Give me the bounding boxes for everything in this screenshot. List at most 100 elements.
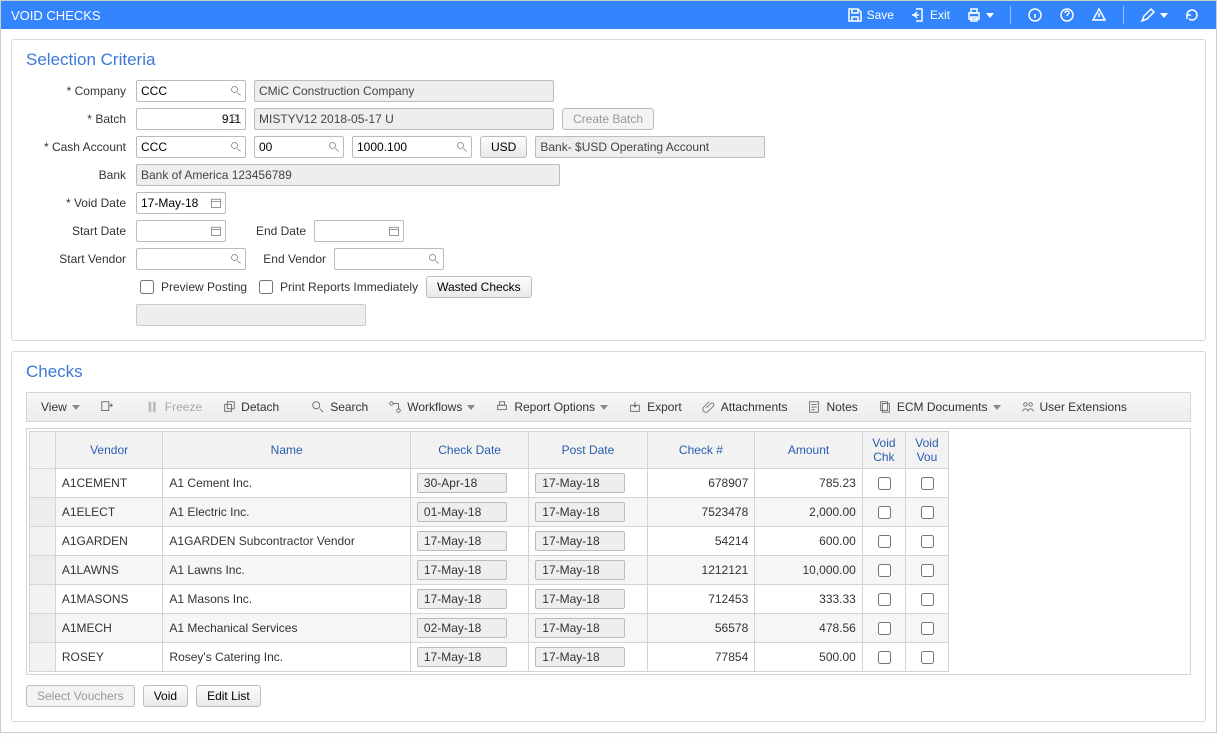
cell-check-no: 56578 (647, 614, 755, 643)
col-amount[interactable]: Amount (755, 432, 863, 469)
void-vou-checkbox[interactable] (921, 477, 934, 490)
cash-acct-comp-input[interactable] (136, 136, 246, 158)
void-vou-checkbox[interactable] (921, 506, 934, 519)
table-row[interactable]: A1LAWNSA1 Lawns Inc.17-May-1817-May-1812… (30, 556, 949, 585)
print-icon (495, 400, 509, 414)
edit-menu[interactable] (1134, 5, 1174, 25)
freeze-button[interactable]: Freeze (138, 398, 210, 416)
end-date-input[interactable] (314, 220, 404, 242)
cell-void-vou[interactable] (905, 498, 948, 527)
col-void-vou[interactable]: Void Vou (905, 432, 948, 469)
start-vendor-input[interactable] (136, 248, 246, 270)
exit-button[interactable]: Exit (904, 5, 956, 25)
cell-void-vou[interactable] (905, 469, 948, 498)
cell-void-chk[interactable] (862, 469, 905, 498)
batch-input[interactable] (136, 108, 246, 130)
attachments-button[interactable]: Attachments (694, 398, 796, 416)
col-select[interactable] (30, 432, 56, 469)
void-vou-checkbox[interactable] (921, 651, 934, 664)
cell-void-chk[interactable] (862, 498, 905, 527)
void-vou-checkbox[interactable] (921, 564, 934, 577)
cell-void-chk[interactable] (862, 643, 905, 672)
help-button[interactable] (1053, 5, 1081, 25)
export-button[interactable]: Export (620, 398, 690, 416)
col-check-no[interactable]: Check # (647, 432, 755, 469)
cell-void-vou[interactable] (905, 643, 948, 672)
cell-check-no: 678907 (647, 469, 755, 498)
row-selector[interactable] (30, 527, 56, 556)
row-selector[interactable] (30, 498, 56, 527)
report-options-menu[interactable]: Report Options (487, 398, 616, 416)
ecm-documents-menu[interactable]: ECM Documents (870, 398, 1009, 416)
save-button[interactable]: Save (841, 5, 900, 25)
cell-amount: 600.00 (755, 527, 863, 556)
export-grid-button[interactable] (92, 398, 122, 416)
cash-acct-gl-input[interactable] (352, 136, 472, 158)
notes-button[interactable]: Notes (799, 398, 865, 416)
void-chk-checkbox[interactable] (878, 535, 891, 548)
void-chk-checkbox[interactable] (878, 477, 891, 490)
col-post-date[interactable]: Post Date (529, 432, 647, 469)
void-vou-checkbox[interactable] (921, 622, 934, 635)
start-date-input[interactable] (136, 220, 226, 242)
void-vou-checkbox[interactable] (921, 535, 934, 548)
cell-vendor: A1LAWNS (55, 556, 163, 585)
user-extensions-button[interactable]: User Extensions (1013, 398, 1135, 416)
cell-void-vou[interactable] (905, 527, 948, 556)
preview-posting-checkbox[interactable]: Preview Posting (136, 277, 247, 297)
row-selector[interactable] (30, 556, 56, 585)
view-menu[interactable]: View (33, 398, 88, 416)
info-button[interactable] (1021, 5, 1049, 25)
select-vouchers-button[interactable]: Select Vouchers (26, 685, 135, 707)
row-selector[interactable] (30, 614, 56, 643)
export-icon (628, 400, 642, 414)
col-name[interactable]: Name (163, 432, 411, 469)
cell-post-date: 17-May-18 (529, 643, 647, 672)
cell-void-vou[interactable] (905, 585, 948, 614)
table-row[interactable]: ROSEYRosey's Catering Inc.17-May-1817-Ma… (30, 643, 949, 672)
row-selector[interactable] (30, 643, 56, 672)
table-row[interactable]: A1MECHA1 Mechanical Services02-May-1817-… (30, 614, 949, 643)
col-vendor[interactable]: Vendor (55, 432, 163, 469)
notes-icon (807, 400, 821, 414)
col-check-date[interactable]: Check Date (410, 432, 528, 469)
company-code-input[interactable] (136, 80, 246, 102)
cell-void-chk[interactable] (862, 556, 905, 585)
void-chk-checkbox[interactable] (878, 506, 891, 519)
end-vendor-input[interactable] (334, 248, 444, 270)
void-button[interactable]: Void (143, 685, 188, 707)
cash-acct-dept-input[interactable] (254, 136, 344, 158)
void-chk-checkbox[interactable] (878, 622, 891, 635)
table-row[interactable]: A1MASONSA1 Masons Inc.17-May-1817-May-18… (30, 585, 949, 614)
create-batch-button[interactable]: Create Batch (562, 108, 654, 130)
void-chk-checkbox[interactable] (878, 593, 891, 606)
cell-void-vou[interactable] (905, 556, 948, 585)
cell-check-date: 17-May-18 (410, 585, 528, 614)
void-chk-checkbox[interactable] (878, 564, 891, 577)
wasted-checks-button[interactable]: Wasted Checks (426, 276, 532, 298)
void-date-input[interactable] (136, 192, 226, 214)
currency-button[interactable]: USD (480, 136, 527, 158)
cell-void-chk[interactable] (862, 527, 905, 556)
col-void-chk[interactable]: Void Chk (862, 432, 905, 469)
cell-vendor: A1MASONS (55, 585, 163, 614)
cell-void-chk[interactable] (862, 614, 905, 643)
cell-void-chk[interactable] (862, 585, 905, 614)
detach-button[interactable]: Detach (214, 398, 287, 416)
row-selector[interactable] (30, 469, 56, 498)
print-menu[interactable] (960, 5, 1000, 25)
refresh-button[interactable] (1178, 5, 1206, 25)
table-row[interactable]: A1ELECTA1 Electric Inc.01-May-1817-May-1… (30, 498, 949, 527)
void-vou-checkbox[interactable] (921, 593, 934, 606)
print-reports-checkbox[interactable]: Print Reports Immediately (255, 277, 418, 297)
row-selector[interactable] (30, 585, 56, 614)
search-button[interactable]: Search (303, 398, 376, 416)
void-chk-checkbox[interactable] (878, 651, 891, 664)
cell-name: A1 Lawns Inc. (163, 556, 411, 585)
alert-button[interactable] (1085, 5, 1113, 25)
edit-list-button[interactable]: Edit List (196, 685, 261, 707)
table-row[interactable]: A1CEMENTA1 Cement Inc.30-Apr-1817-May-18… (30, 469, 949, 498)
workflows-menu[interactable]: Workflows (380, 398, 483, 416)
table-row[interactable]: A1GARDENA1GARDEN Subcontractor Vendor17-… (30, 527, 949, 556)
cell-void-vou[interactable] (905, 614, 948, 643)
